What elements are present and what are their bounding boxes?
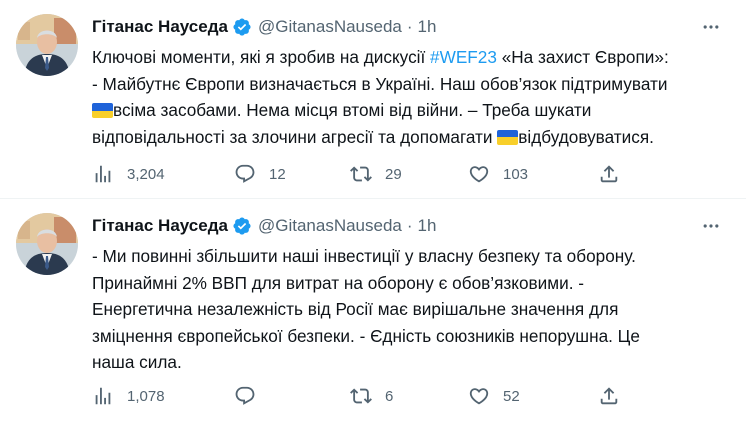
tweet-text: Ключові моменти, які я зробив на дискусі… (92, 44, 732, 150)
tweet-text: - Ми повинні збільшити наші інвестиції у… (92, 243, 732, 376)
avatar[interactable] (16, 213, 78, 275)
retweet-count: 29 (385, 165, 402, 183)
separator-dot: · (406, 17, 413, 36)
author-handle[interactable]: @GitanasNauseda (258, 17, 402, 37)
verified-badge-icon (232, 216, 252, 236)
verified-badge-icon (232, 17, 252, 37)
tweet[interactable]: Гітанас Науседа @GitanasNauseda · 1h Клю… (0, 0, 746, 199)
text-segment: «На захист Європи»: (496, 47, 669, 67)
retweet-arrows-icon (350, 163, 372, 185)
ukraine-flag-emoji (92, 103, 113, 118)
retweet-button[interactable]: 29 (350, 162, 402, 186)
tweet[interactable]: Гітанас Науседа @GitanasNauseda · 1h - М… (0, 199, 746, 428)
text-segment: відбудовуватися. (518, 126, 654, 147)
chat-bubble-icon (234, 163, 256, 185)
author-name[interactable]: Гітанас Науседа (92, 17, 228, 37)
like-count: 103 (503, 165, 529, 183)
separator-dot: · (406, 216, 413, 235)
bar-chart-icon (92, 163, 114, 185)
tweet-line: зміцнення європейської безпеки. - Єдніст… (92, 325, 640, 346)
views-button[interactable]: 3,204 (92, 162, 165, 186)
tweet-line: - Майбутнє Європи визначається в Україні… (92, 73, 668, 94)
author-handle[interactable]: @GitanasNauseda (258, 216, 402, 236)
text-segment: Ключові моменти, які я зробив на дискусі… (92, 47, 431, 67)
tweet-line: - Ми повинні збільшити наші інвестиції у… (92, 246, 636, 266)
tweet-line: Принаймні 2% ВВП для витрат на оборону є… (92, 272, 584, 293)
tweet-actions: 1,078 6 52 (92, 384, 632, 408)
bar-chart-icon (92, 385, 114, 407)
reply-button[interactable]: 12 (234, 162, 286, 186)
share-button[interactable] (598, 162, 620, 186)
retweet-button[interactable]: 6 (350, 384, 393, 408)
tweet-header: Гітанас Науседа @GitanasNauseda · 1h (92, 213, 436, 239)
timestamp[interactable]: 1h (418, 216, 437, 236)
retweet-arrows-icon (350, 385, 372, 407)
like-count: 52 (503, 387, 520, 405)
ukraine-flag-emoji (497, 129, 519, 145)
reply-button[interactable] (234, 384, 269, 408)
tweet-header: Гітанас Науседа @GitanasNauseda · 1h (92, 14, 436, 40)
tweet-line: відповідальності за злочини агресії та д… (92, 124, 732, 151)
tweet-actions: 3,204 12 29 103 (92, 162, 632, 186)
text-segment: всіма засобами. Нема місця втомі від вій… (113, 100, 592, 120)
more-horizontal-icon[interactable] (698, 14, 724, 40)
share-button[interactable] (598, 384, 620, 408)
tweet-line: всіма засобами. Нема місця втомі від вій… (92, 97, 732, 124)
text-segment: відповідальності за злочини агресії та д… (92, 126, 498, 147)
share-upload-icon (598, 163, 620, 185)
like-button[interactable]: 103 (468, 162, 528, 186)
tweet-line: Енергетична незалежність від Росії має в… (92, 299, 619, 319)
hashtag-link[interactable]: #WEF23 (430, 47, 497, 67)
tweet-line: наша сила. (92, 352, 182, 372)
heart-icon (468, 385, 490, 407)
views-count: 3,204 (127, 165, 165, 183)
more-horizontal-icon[interactable] (698, 213, 724, 239)
reply-count: 12 (269, 165, 286, 183)
views-count: 1,078 (127, 387, 165, 405)
avatar[interactable] (16, 14, 78, 76)
author-name[interactable]: Гітанас Науседа (92, 216, 228, 236)
chat-bubble-icon (234, 385, 256, 407)
timestamp[interactable]: 1h (418, 17, 437, 37)
share-upload-icon (598, 385, 620, 407)
like-button[interactable]: 52 (468, 384, 520, 408)
tweet-line: Ключові моменти, які я зробив на дискусі… (92, 44, 732, 71)
retweet-count: 6 (385, 387, 394, 405)
views-button[interactable]: 1,078 (92, 384, 165, 408)
heart-icon (468, 163, 490, 185)
